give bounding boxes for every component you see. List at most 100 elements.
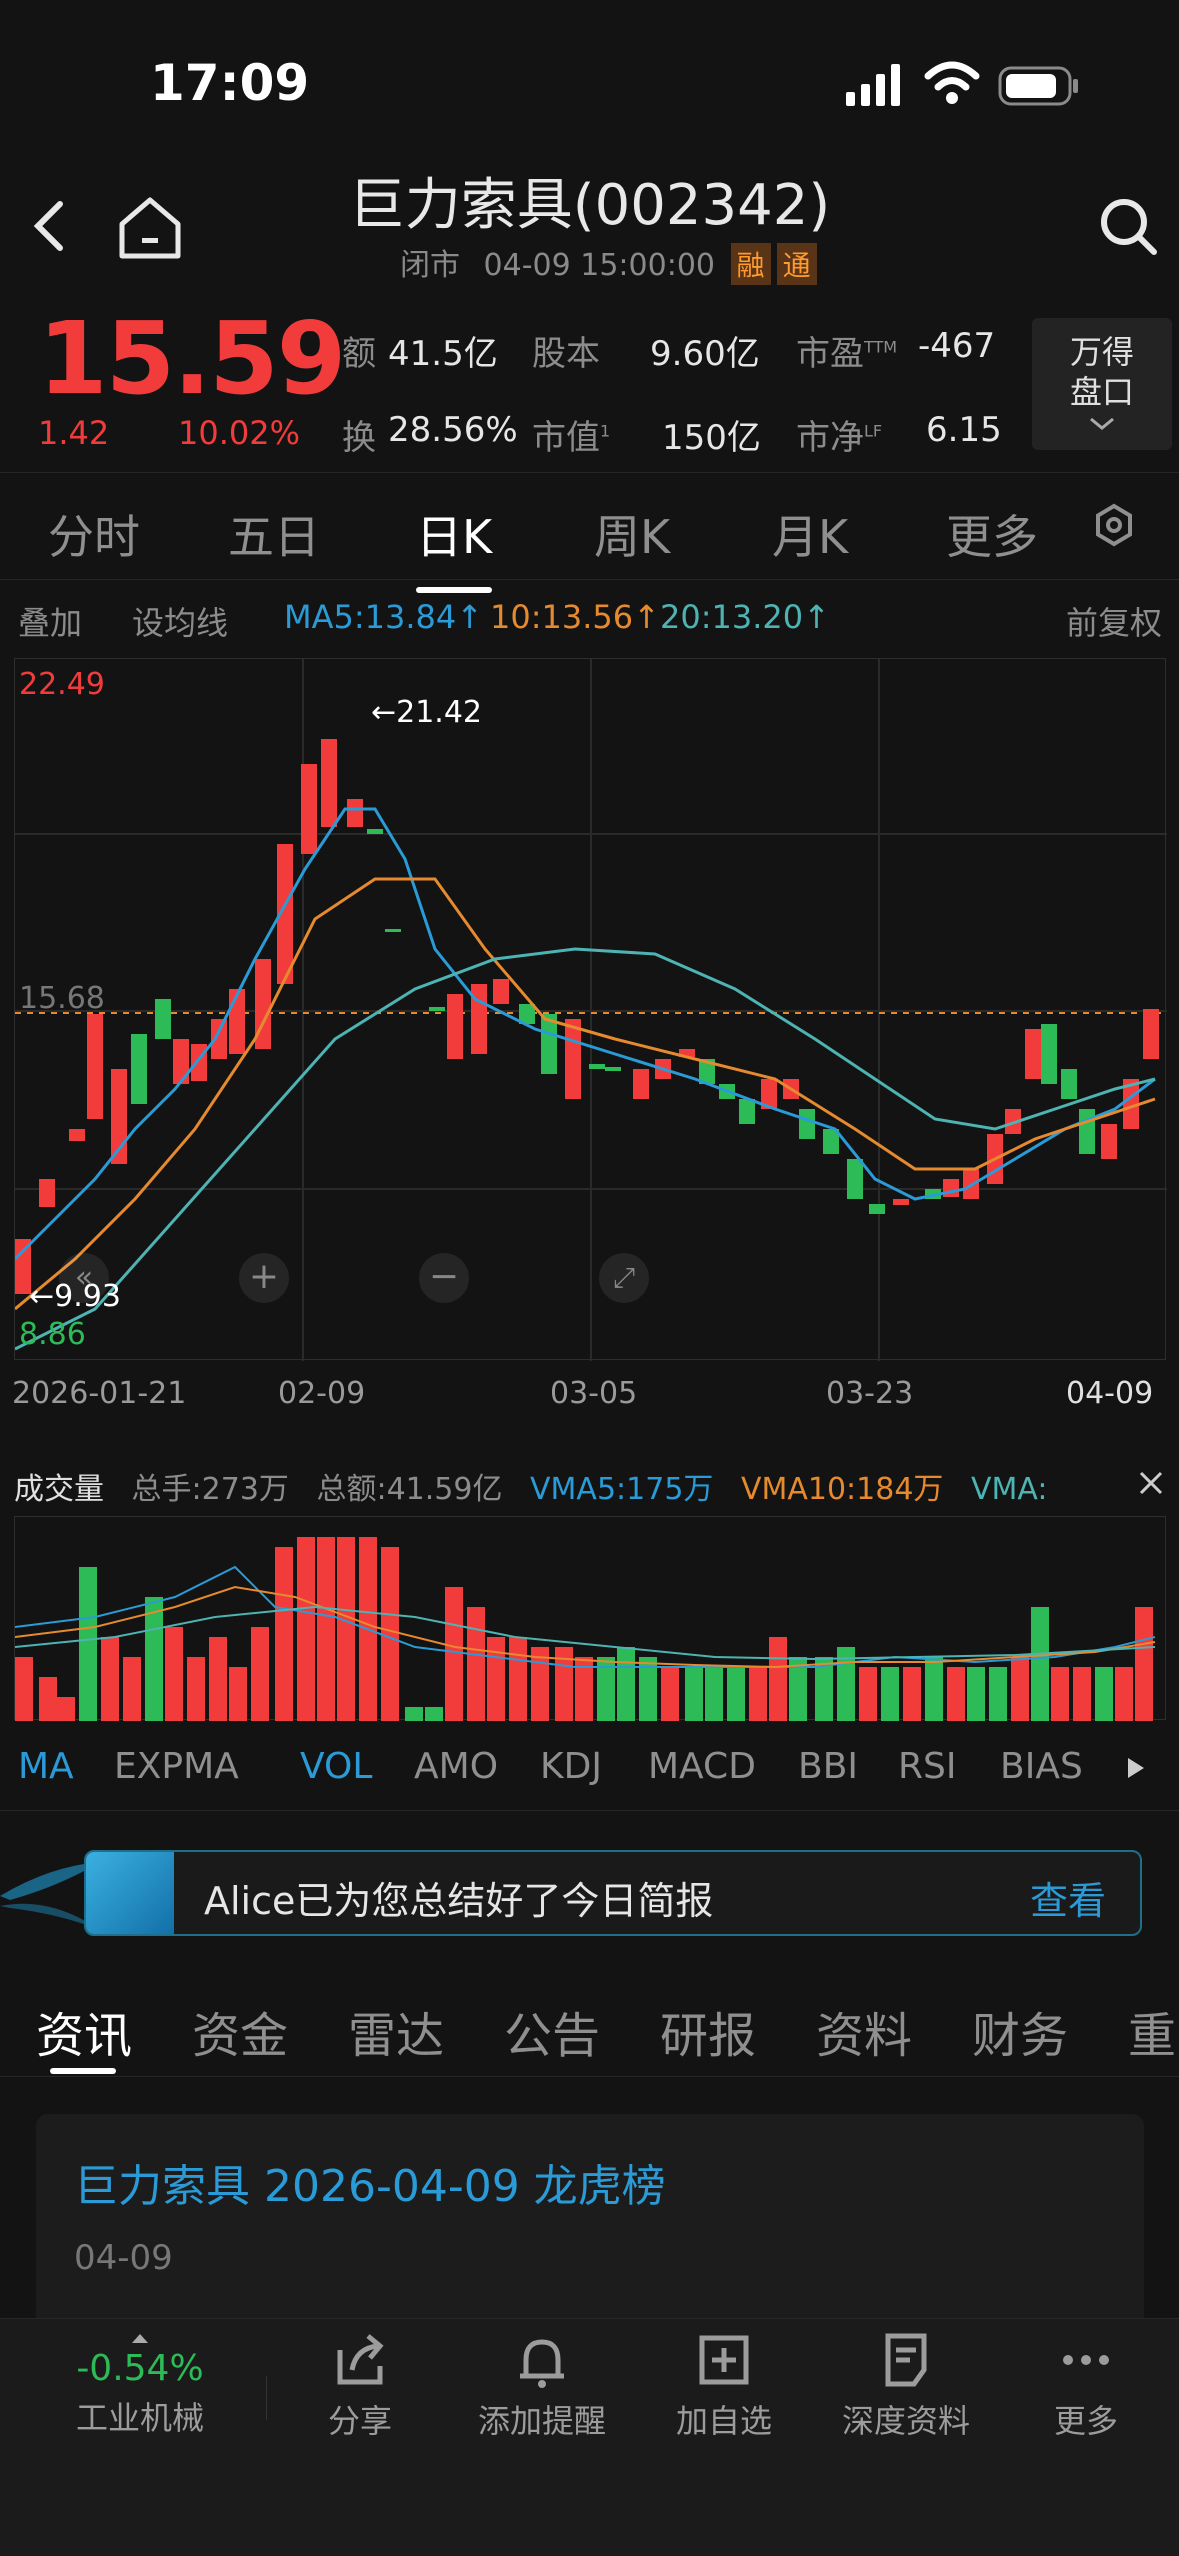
tab-key[interactable]: 重 <box>1128 1996 1176 2066</box>
scroll-left-button[interactable]: « <box>59 1253 109 1303</box>
volume-bar <box>39 1677 57 1721</box>
candle <box>493 979 509 1004</box>
indicator-vol[interactable]: VOL <box>300 1746 372 1787</box>
close-volume-icon[interactable] <box>1136 1468 1166 1498</box>
pe-label: 市盈TTM <box>796 334 898 374</box>
volume-bar <box>187 1657 205 1721</box>
tab-announcements[interactable]: 公告 <box>504 1996 600 2066</box>
adjust-button[interactable]: 前复权 <box>1066 598 1162 644</box>
candle <box>191 1044 207 1081</box>
candle <box>739 1099 755 1124</box>
ai-briefing-banner[interactable]: Alice已为您总结好了今日简报 查看 <box>84 1850 1142 1936</box>
play-icon[interactable] <box>1124 1754 1148 1782</box>
volume-bar <box>749 1667 767 1721</box>
candle <box>1061 1069 1077 1099</box>
tab-intraday[interactable]: 分时 <box>48 501 140 567</box>
ma20-line <box>15 947 1156 1351</box>
deep-info-button[interactable]: 深度资料 <box>816 2330 996 2442</box>
volume-bar <box>79 1567 97 1721</box>
ref-price-label: 15.68 <box>19 981 105 1016</box>
volume-bar <box>1073 1667 1091 1721</box>
tab-profile[interactable]: 资料 <box>816 1996 912 2066</box>
volume-bar <box>425 1707 443 1721</box>
tab-news[interactable]: 资讯 <box>36 1996 132 2066</box>
chart-settings-icon[interactable] <box>1092 503 1136 547</box>
volume-bar <box>1115 1667 1133 1721</box>
date-label: 03-05 <box>550 1376 638 1411</box>
tab-research[interactable]: 研报 <box>660 1996 756 2066</box>
overlay-button[interactable]: 叠加 <box>18 598 82 644</box>
news-title[interactable]: 巨力索具 2026-04-09 龙虎榜 <box>74 2150 666 2214</box>
turnover-label: 换 <box>342 418 376 458</box>
sector-name: 工业机械 <box>75 2399 204 2437</box>
volume-bar <box>705 1667 723 1721</box>
tab-monthly-k[interactable]: 月K <box>772 501 848 567</box>
indicator-amo[interactable]: AMO <box>414 1746 498 1787</box>
search-icon[interactable] <box>1096 194 1160 258</box>
indicator-rsi[interactable]: RSI <box>898 1746 956 1787</box>
indicator-kdj[interactable]: KDJ <box>540 1746 602 1787</box>
volume-bar <box>297 1537 315 1721</box>
period-tabs: 分时 五日 日K 周K 月K 更多 <box>0 472 1179 593</box>
ma10-line <box>15 877 1156 1311</box>
tab-daily-k[interactable]: 日K <box>416 501 493 593</box>
indicator-bbi[interactable]: BBI <box>798 1746 858 1787</box>
candle <box>589 1064 605 1069</box>
chevron-down-icon <box>1090 417 1114 430</box>
volume-bar <box>229 1667 247 1721</box>
volume-bar <box>1135 1607 1153 1721</box>
divider <box>266 2376 267 2420</box>
indicator-bias[interactable]: BIAS <box>1000 1746 1083 1787</box>
volume-bar <box>685 1667 703 1721</box>
volume-bar <box>165 1627 183 1721</box>
more-dots-icon <box>1063 2355 1109 2365</box>
indicator-ma[interactable]: MA <box>18 1746 74 1787</box>
ma20-value: 20:13.20↑ <box>660 598 830 636</box>
candle <box>69 1129 85 1141</box>
zoom-in-button[interactable]: + <box>239 1253 289 1303</box>
candle <box>471 984 487 1054</box>
add-watchlist-button[interactable]: 加自选 <box>634 2330 814 2442</box>
wind-panel-button[interactable]: 万得 盘口 <box>1032 318 1172 450</box>
banner-view-link[interactable]: 查看 <box>1030 1870 1106 1925</box>
tab-weekly-k[interactable]: 周K <box>594 501 670 567</box>
status-datetime: 04-09 15:00:00 <box>483 248 715 283</box>
candle <box>321 739 337 827</box>
candle <box>385 929 401 932</box>
tab-five-day[interactable]: 五日 <box>228 501 320 567</box>
candle <box>1143 1009 1159 1059</box>
indicator-expma[interactable]: EXPMA <box>114 1746 239 1787</box>
price-change-pct: 10.02% <box>178 414 301 452</box>
candle <box>229 989 245 1054</box>
wind-panel-label: 万得 盘口 <box>1069 333 1134 411</box>
volume-bar <box>947 1667 965 1721</box>
share-button[interactable]: 分享 <box>270 2330 450 2442</box>
set-ma-button[interactable]: 设均线 <box>132 598 228 644</box>
tab-radar[interactable]: 雷达 <box>348 1996 444 2066</box>
tab-funds[interactable]: 资金 <box>192 1996 288 2066</box>
volume-chart[interactable] <box>14 1516 1166 1721</box>
more-button[interactable]: 更多 <box>996 2330 1176 2442</box>
tab-financials[interactable]: 财务 <box>972 1996 1068 2066</box>
candle <box>173 1039 189 1084</box>
turnover-value: 28.56% <box>388 410 518 450</box>
divider <box>0 2076 1179 2077</box>
mcap-value: 150亿 <box>662 418 761 458</box>
volume-header: 成交量 总手:273万 总额:41.59亿 VMA5:175万 VMA10:18… <box>14 1464 1164 1508</box>
indicator-macd[interactable]: MACD <box>648 1746 756 1787</box>
bell-icon <box>520 2339 564 2388</box>
candle <box>131 1034 147 1104</box>
volume-bar <box>1031 1607 1049 1721</box>
add-alert-button[interactable]: 添加提醒 <box>452 2330 632 2442</box>
candle <box>847 1159 863 1199</box>
fullscreen-button[interactable]: ⤢ <box>599 1253 649 1303</box>
page-title: 巨力索具(002342) <box>348 173 831 238</box>
kline-chart[interactable]: 22.49 8.86 15.68 ←21.42 ←9.93 « + − ⤢ <box>14 658 1167 1361</box>
tab-more[interactable]: 更多 <box>946 501 1038 567</box>
shares-label: 股本 <box>532 334 600 374</box>
zoom-out-button[interactable]: − <box>419 1253 469 1303</box>
pe-value: -467 <box>918 326 996 366</box>
candle <box>39 1179 55 1207</box>
sector-button[interactable]: -0.54% 工业机械 <box>40 2322 240 2452</box>
volume-bar <box>509 1637 527 1721</box>
